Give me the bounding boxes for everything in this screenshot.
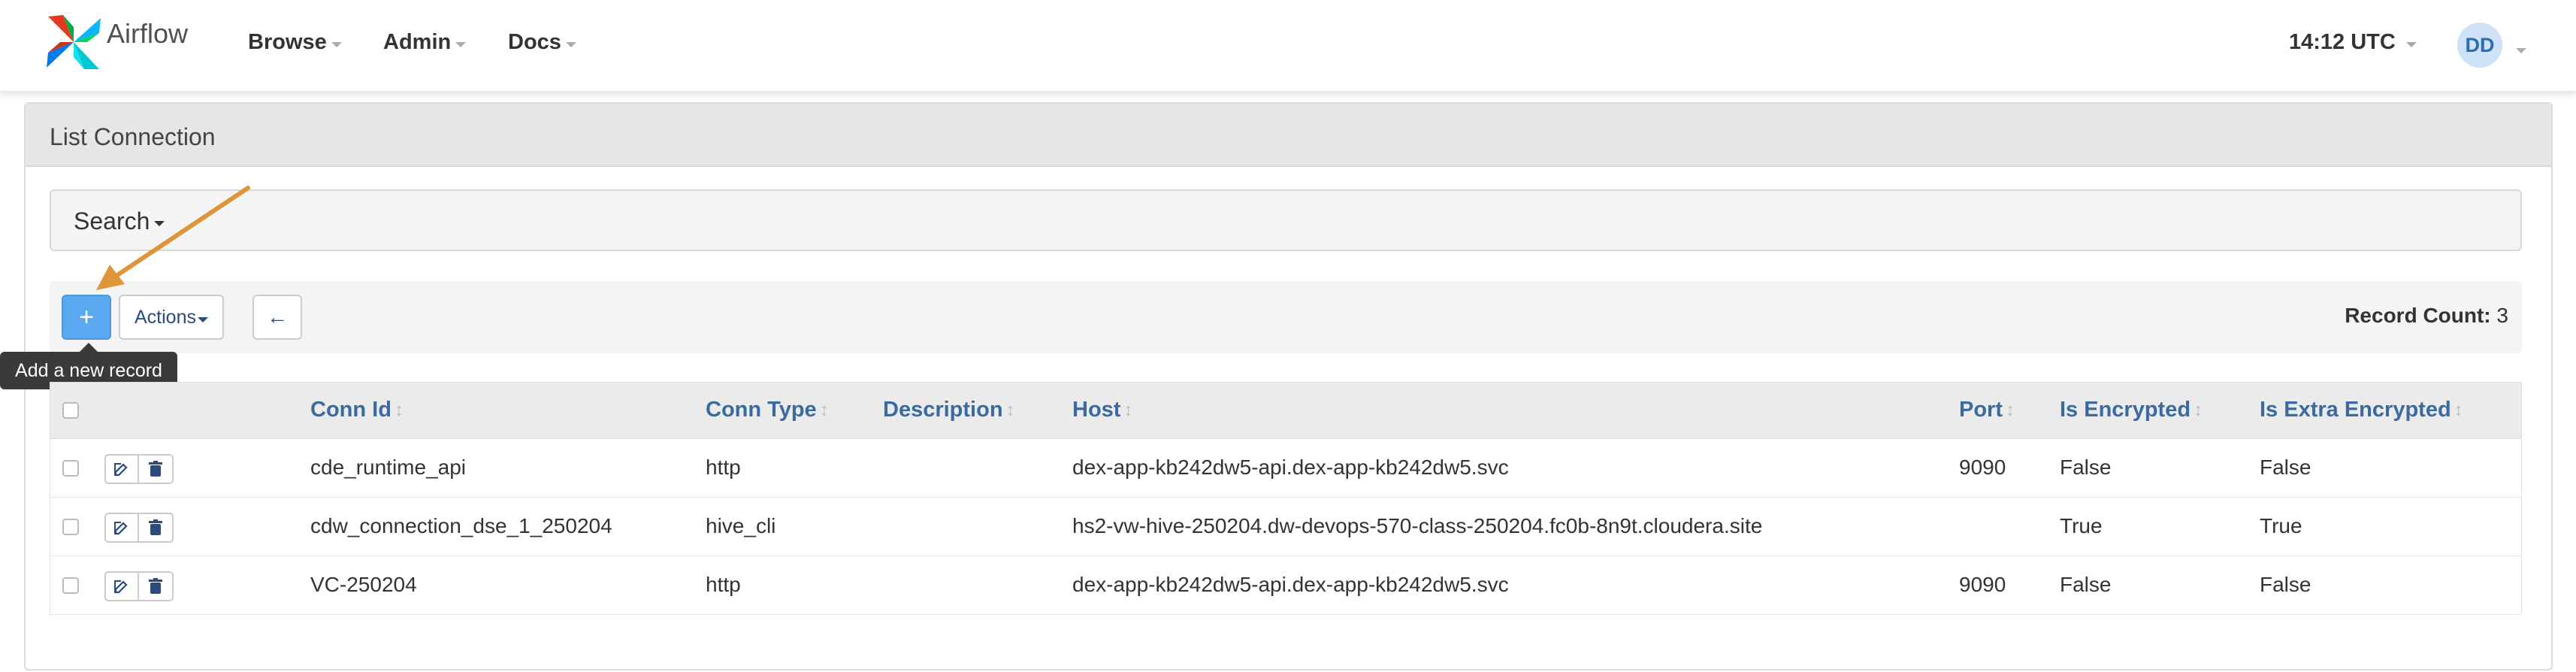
annotation-arrow-icon: [96, 186, 250, 290]
